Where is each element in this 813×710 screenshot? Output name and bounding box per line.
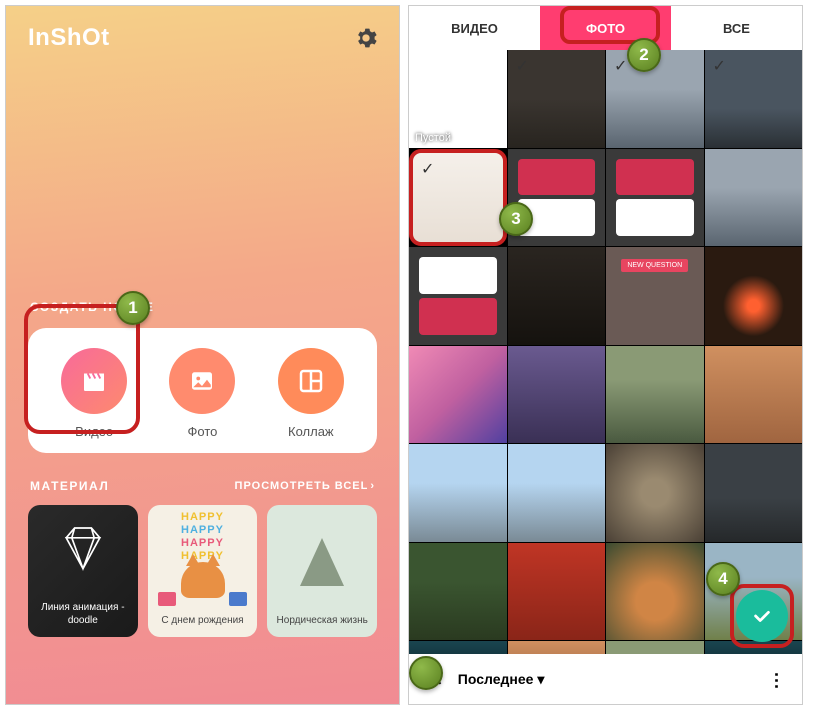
- gallery-thumb[interactable]: [409, 247, 507, 345]
- material-title: Нордическая жизнь: [271, 614, 374, 627]
- create-section-label: СОЗДАТЬ НОВОЕ: [30, 300, 375, 314]
- photo-icon: [169, 348, 235, 414]
- media-tabs: ВИДЕО ФОТО ВСЕ: [409, 6, 802, 50]
- gallery-thumb[interactable]: [508, 346, 606, 444]
- create-panel: Видео Фото Коллаж: [28, 328, 377, 453]
- step-marker-1: 1: [116, 291, 150, 325]
- inshot-home-screen: InShOt СОЗДАТЬ НОВОЕ Видео Фото Коллаж М…: [5, 5, 400, 705]
- step-marker-4: 4: [706, 562, 740, 596]
- birthday-art: HAPPY HAPPY HAPPY HAPPY: [148, 505, 258, 606]
- gallery-thumb[interactable]: [606, 149, 704, 247]
- confirm-fab[interactable]: [736, 590, 788, 642]
- create-collage-button[interactable]: Коллаж: [278, 348, 344, 439]
- create-video-label: Видео: [75, 424, 113, 439]
- album-bottom-bar: ✕ Последнее ▾ ⋯: [409, 654, 802, 704]
- gallery-thumb[interactable]: [409, 346, 507, 444]
- check-icon: ✓: [713, 56, 726, 76]
- gallery-thumb[interactable]: [508, 247, 606, 345]
- more-menu-button[interactable]: ⋯: [766, 671, 787, 687]
- gallery-blank-cell[interactable]: Пустой: [409, 50, 507, 148]
- check-icon: [751, 605, 773, 627]
- home-header: InShOt: [6, 6, 399, 70]
- gallery-thumb[interactable]: [409, 444, 507, 542]
- gallery-thumb[interactable]: [705, 444, 803, 542]
- gallery-thumb[interactable]: [705, 346, 803, 444]
- tab-video[interactable]: ВИДЕО: [409, 6, 540, 50]
- clapper-icon: [61, 348, 127, 414]
- check-icon: ✓: [516, 56, 529, 76]
- gallery-thumb[interactable]: ✓: [705, 50, 803, 148]
- gallery-thumb[interactable]: [508, 543, 606, 641]
- collage-icon: [278, 348, 344, 414]
- gallery-thumb[interactable]: [606, 543, 704, 641]
- view-all-button[interactable]: ПРОСМОТРЕТЬ ВСЕL ›: [235, 480, 375, 492]
- step-marker-3: 3: [499, 202, 533, 236]
- check-icon: ✓: [614, 56, 627, 76]
- tab-all[interactable]: ВСЕ: [671, 6, 802, 50]
- material-card-doodle[interactable]: Линия анимация - doodle: [28, 505, 138, 637]
- step-marker-3: [409, 656, 443, 690]
- caret-down-icon: ▾: [537, 671, 544, 688]
- settings-button[interactable]: [355, 27, 377, 49]
- gallery-thumb[interactable]: ✓: [508, 50, 606, 148]
- material-title: Линия анимация - doodle: [28, 601, 138, 627]
- material-row: Линия анимация - doodle HAPPY HAPPY HAPP…: [28, 505, 377, 637]
- material-card-birthday[interactable]: HAPPY HAPPY HAPPY HAPPY С днем рождения: [148, 505, 258, 637]
- gallery-thumb[interactable]: NEW QUESTION: [606, 247, 704, 345]
- gallery-thumb[interactable]: [508, 444, 606, 542]
- material-section-label: МАТЕРИАЛ: [30, 479, 109, 493]
- album-selector[interactable]: Последнее ▾: [458, 671, 545, 688]
- material-card-nordic[interactable]: Нордическая жизнь: [267, 505, 377, 637]
- gallery-thumb[interactable]: [409, 543, 507, 641]
- gallery-thumb[interactable]: [705, 247, 803, 345]
- gallery-grid[interactable]: Пустой ✓ ✓ ✓ ✓ NEW QUESTION: [409, 50, 802, 656]
- create-photo-button[interactable]: Фото: [169, 348, 235, 439]
- create-collage-label: Коллаж: [288, 424, 334, 439]
- material-header: МАТЕРИАЛ ПРОСМОТРЕТЬ ВСЕL ›: [30, 479, 375, 493]
- material-title: С днем рождения: [155, 614, 249, 627]
- gear-icon: [355, 27, 377, 49]
- gallery-thumb[interactable]: [606, 444, 704, 542]
- check-icon: ✓: [421, 159, 434, 179]
- create-video-button[interactable]: Видео: [61, 348, 127, 439]
- gallery-thumb-selected[interactable]: ✓: [409, 149, 507, 247]
- create-photo-label: Фото: [188, 424, 218, 439]
- gallery-thumb[interactable]: [606, 346, 704, 444]
- step-marker-2: 2: [627, 38, 661, 72]
- chevron-right-icon: ›: [370, 480, 375, 492]
- gallery-thumb[interactable]: [705, 149, 803, 247]
- nordic-art: [267, 505, 377, 606]
- gallery-picker-screen: ВИДЕО ФОТО ВСЕ Пустой ✓ ✓ ✓ ✓ NEW QUESTI…: [408, 5, 803, 705]
- app-logo: InShOt: [28, 24, 110, 52]
- diamond-icon: [28, 505, 138, 593]
